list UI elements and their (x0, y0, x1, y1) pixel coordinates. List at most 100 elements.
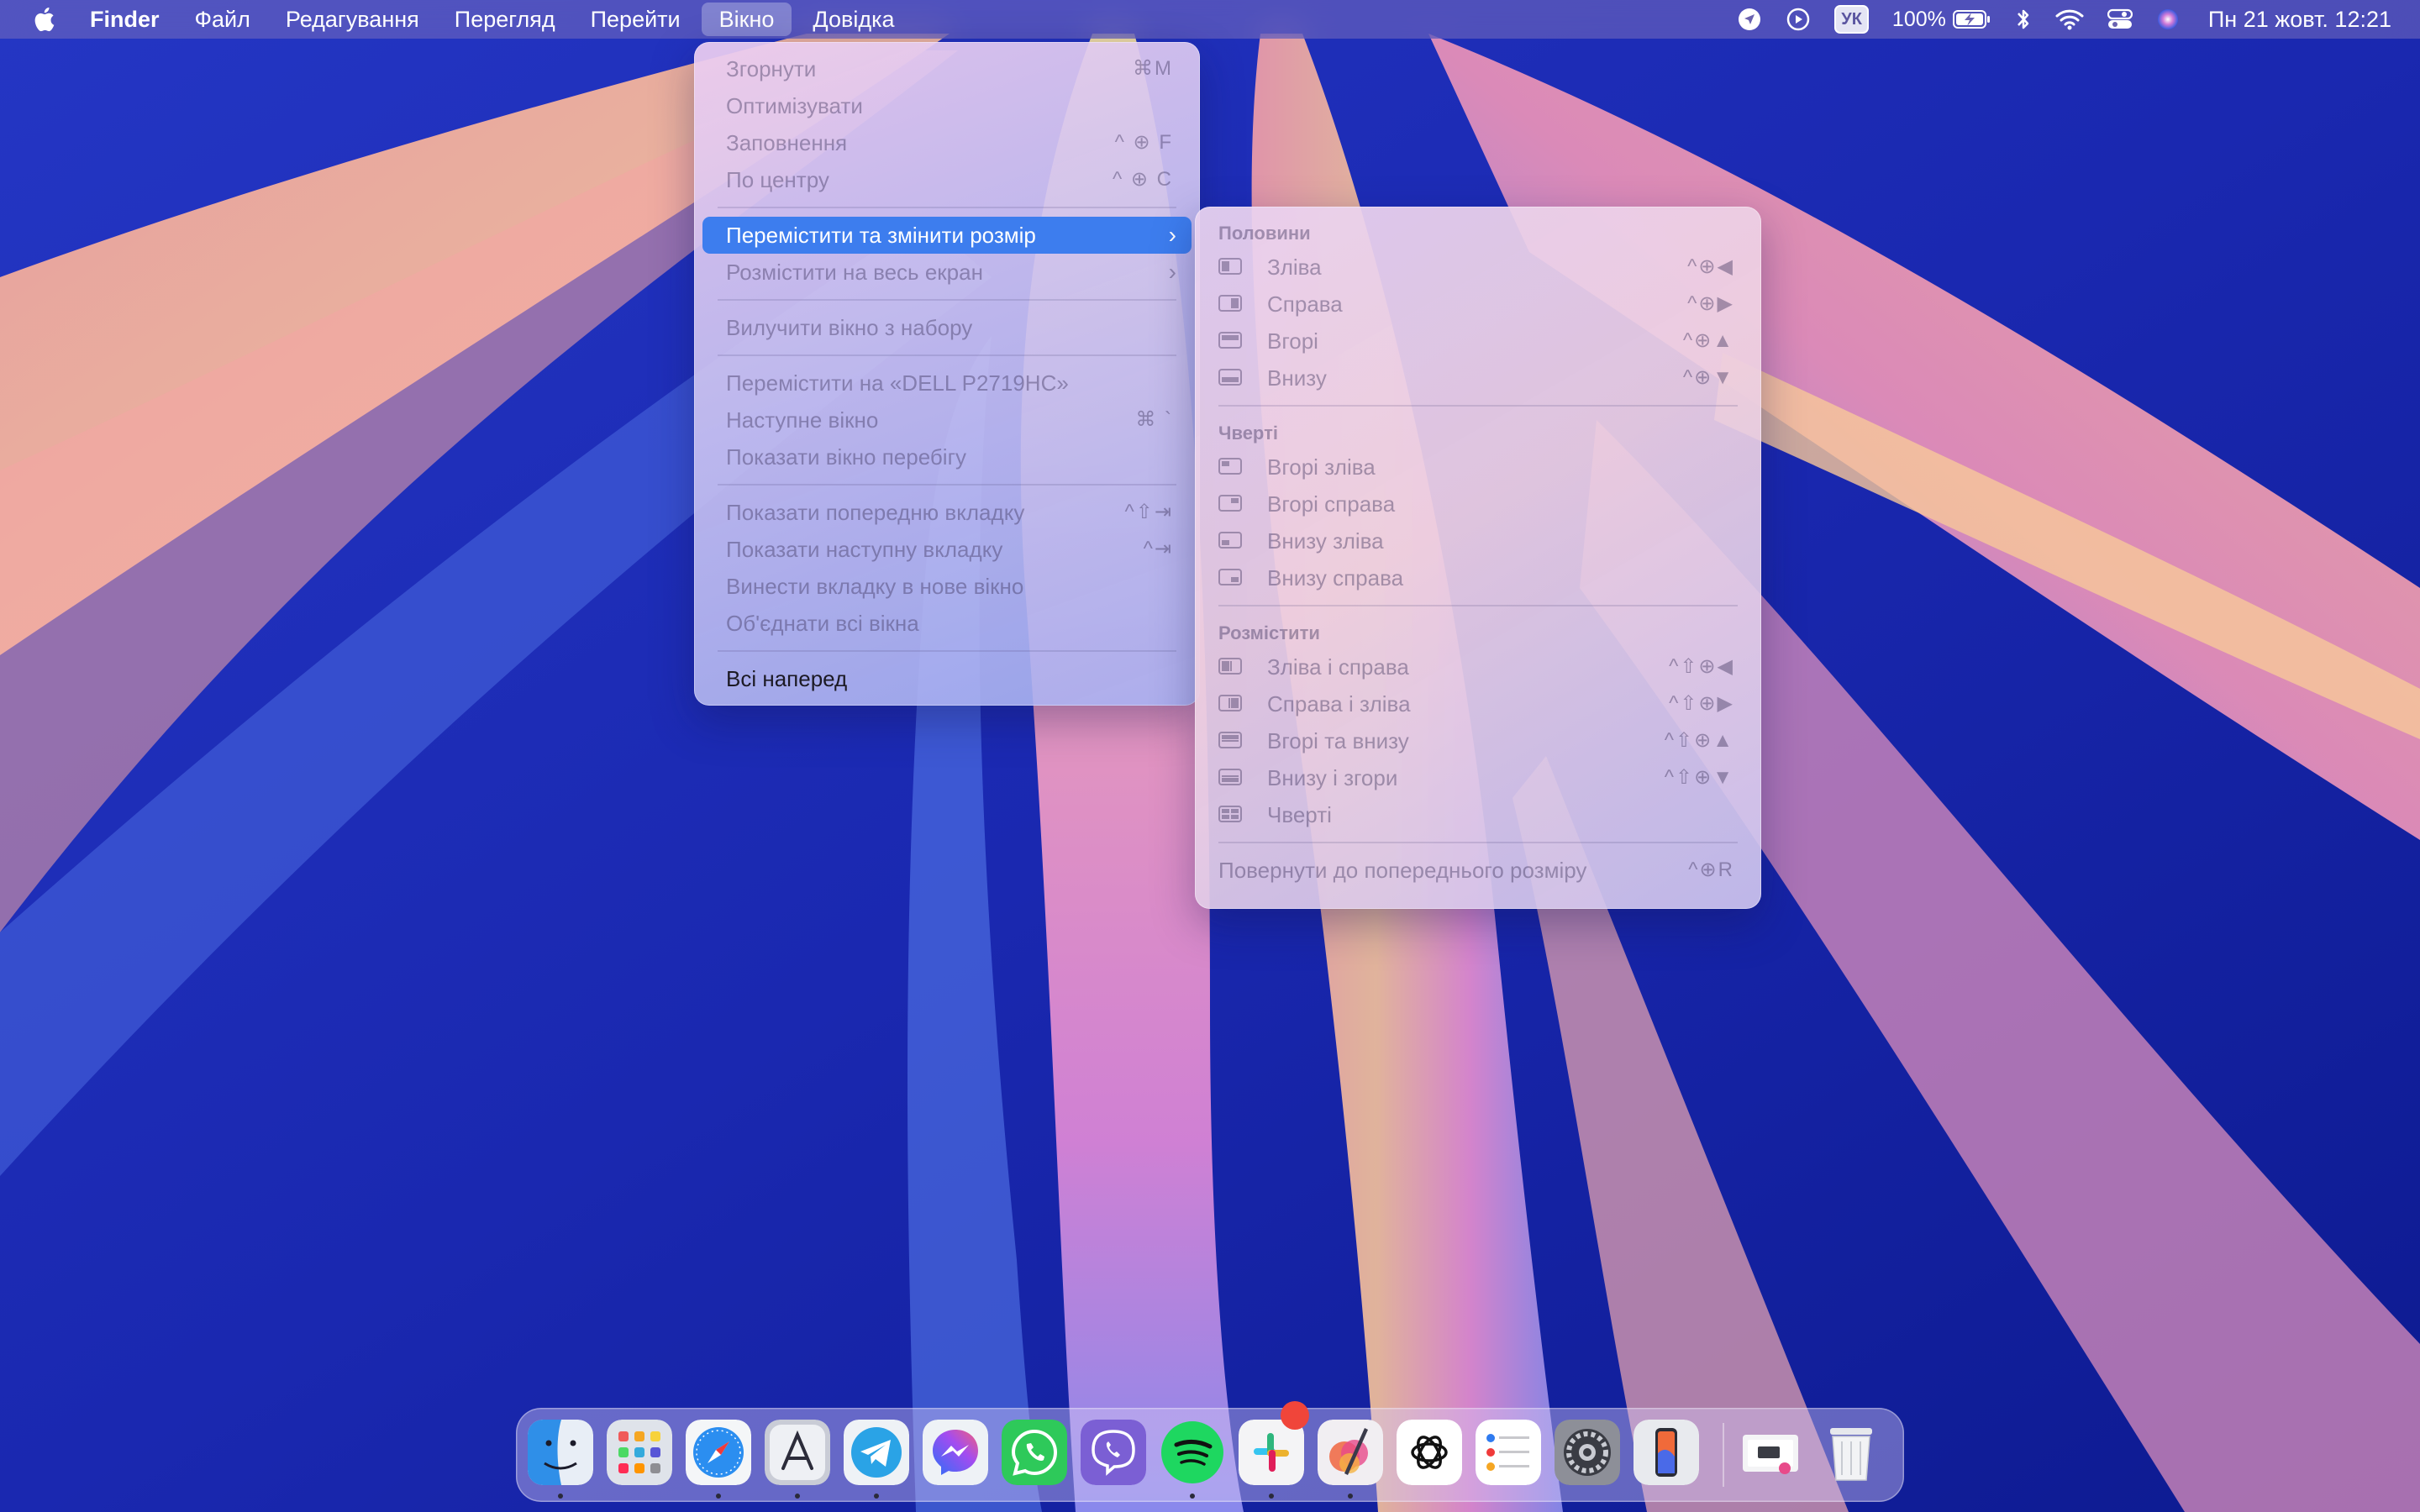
running-indicator (1348, 1494, 1353, 1499)
running-indicator (558, 1494, 563, 1499)
chatgpt-icon[interactable] (1397, 1420, 1462, 1485)
menu-item-label: Показати попередню вкладку (726, 500, 1025, 525)
safari-icon[interactable] (686, 1420, 751, 1485)
menu-item-label: Перемістити на «DELL P2719HC» (726, 370, 1069, 396)
menu-item-move-to-display: Перемістити на «DELL P2719HC» (702, 365, 1192, 402)
menu-item-label: Всі наперед (726, 666, 848, 691)
launchpad-icon[interactable] (607, 1420, 672, 1485)
control-center-icon[interactable] (2096, 0, 2144, 39)
top-half-layout-icon (1218, 332, 1242, 349)
bottom-left-quarter-layout-icon (1218, 532, 1242, 549)
finder-icon[interactable] (528, 1420, 593, 1485)
wifi-icon[interactable] (2044, 0, 2096, 39)
system-settings-icon[interactable] (1555, 1420, 1620, 1485)
quarters-layout-icon (1218, 806, 1242, 822)
menu-item-bring-all-to-front[interactable]: Всі наперед (702, 660, 1192, 697)
menu-item-label: Оптимізувати (726, 93, 863, 118)
left-and-right-layout-icon (1218, 658, 1242, 675)
battery-charging-icon (1952, 10, 1990, 29)
menu-app-name[interactable]: Finder (72, 0, 177, 39)
downloads-stack-icon[interactable] (1739, 1420, 1805, 1485)
chevron-right-icon: › (1168, 259, 1176, 285)
menu-item-label: Зліва і справа (1267, 654, 1409, 680)
menu-item-next-window: Наступне вікно ⌘ ` (702, 402, 1192, 438)
menu-item-next-tab: Показати наступну вкладку ^⇥ (702, 531, 1192, 568)
menu-item-shortcut: ⌘M (1133, 57, 1173, 80)
window-menu: Згорнути ⌘M Оптимізувати Заповнення ^ ⊕ … (694, 42, 1200, 706)
submenu-item-left-and-right: Зліва і справа ^⇧⊕◀ (1203, 648, 1753, 685)
iphone-mirroring-icon[interactable] (1634, 1420, 1699, 1485)
running-indicator (874, 1494, 879, 1499)
menu-item-fill: Заповнення ^ ⊕ F (702, 124, 1192, 161)
keyboard-layout-indicator[interactable]: УК (1823, 0, 1881, 39)
left-half-layout-icon (1218, 258, 1242, 275)
viber-icon[interactable] (1081, 1420, 1146, 1485)
top-right-quarter-layout-icon (1218, 495, 1242, 512)
menu-go[interactable]: Перейти (573, 0, 698, 39)
menu-item-label: Справа (1267, 291, 1343, 317)
menu-item-minimize: Згорнути ⌘M (702, 50, 1192, 87)
app-store-icon[interactable] (765, 1420, 830, 1485)
dock-divider (1723, 1423, 1724, 1487)
menu-item-label: Внизу (1267, 365, 1327, 391)
menu-item-label: Об'єднати всі вікна (726, 611, 919, 636)
submenu-item-bottom-right-quarter: Внизу справа (1203, 559, 1753, 596)
menu-view[interactable]: Перегляд (437, 0, 573, 39)
menu-item-label: Чверті (1267, 802, 1332, 827)
battery-percent: 100% (1891, 7, 1946, 31)
notification-badge (1281, 1401, 1309, 1430)
menu-item-remove-from-set: Вилучити вікно з набору (702, 309, 1192, 346)
submenu-item-quarters: Чверті (1203, 796, 1753, 833)
now-playing-icon[interactable] (1774, 0, 1823, 39)
menu-item-shortcut: ^⇥ (1143, 538, 1173, 560)
telegram-icon[interactable] (844, 1420, 909, 1485)
menu-file[interactable]: Файл (177, 0, 268, 39)
menu-separator (1218, 405, 1738, 407)
spotify-icon[interactable] (1160, 1420, 1225, 1485)
menu-item-label: Заповнення (726, 130, 848, 155)
menu-item-label: Показати вікно перебігу (726, 444, 967, 470)
menu-item-shortcut: ^⊕◀ (1687, 255, 1734, 278)
siri-icon[interactable] (2144, 0, 2191, 39)
apple-menu-icon[interactable] (18, 6, 72, 33)
section-header-halves: Половини (1218, 223, 1311, 244)
menu-item-shortcut: ^⇧⊕▶ (1669, 692, 1734, 715)
menu-item-shortcut: ^ ⊕ F (1114, 131, 1173, 154)
submenu-item-bottom-half: Внизу ^⊕▼ (1203, 360, 1753, 396)
menu-item-label: Повернути до попереднього розміру (1218, 858, 1587, 883)
menu-item-shortcut: ^⊕R (1688, 858, 1734, 881)
menu-window[interactable]: Вікно (701, 3, 792, 36)
trash-icon[interactable] (1818, 1420, 1884, 1485)
submenu-item-top-and-bottom: Вгорі та внизу ^⇧⊕▲ (1203, 722, 1753, 759)
submenu-item-top-half: Вгорі ^⊕▲ (1203, 323, 1753, 360)
menu-bar-clock[interactable]: Пн 21 жовт. 12:21 (2191, 7, 2391, 33)
submenu-item-left-half: Зліва ^⊕◀ (1203, 249, 1753, 286)
pixelmator-icon[interactable] (1318, 1420, 1383, 1485)
menu-item-full-screen-tile: Розмістити на весь екран › (702, 254, 1192, 291)
bottom-half-layout-icon (1218, 369, 1242, 386)
menu-separator (718, 650, 1176, 652)
menu-item-move-tab-to-new-window: Винести вкладку в нове вікно (702, 568, 1192, 605)
menu-item-label: Наступне вікно (726, 407, 879, 433)
menu-help[interactable]: Довідка (795, 0, 912, 39)
submenu-item-top-left-quarter: Вгорі зліва (1203, 449, 1753, 486)
menu-item-label: Внизу і згори (1267, 765, 1398, 790)
menu-edit[interactable]: Редагування (268, 0, 437, 39)
reminders-icon[interactable] (1476, 1420, 1541, 1485)
menu-item-shortcut: ^⇧⊕◀ (1669, 655, 1734, 678)
menu-separator (1218, 605, 1738, 606)
battery-status[interactable]: 100% (1881, 0, 2003, 39)
menu-item-move-and-resize[interactable]: Перемістити та змінити розмір › (702, 217, 1192, 254)
location-arrow-icon[interactable] (1725, 0, 1774, 39)
menu-item-shortcut: ^⇧⊕▲ (1664, 729, 1734, 752)
bluetooth-icon[interactable] (2003, 0, 2044, 39)
chevron-right-icon: › (1168, 222, 1176, 248)
menu-separator (1218, 842, 1738, 843)
messenger-icon[interactable] (923, 1420, 988, 1485)
menu-item-shortcut: ^⊕▶ (1687, 292, 1734, 315)
menu-item-label: По центру (726, 167, 829, 192)
whatsapp-icon[interactable] (1002, 1420, 1067, 1485)
right-and-left-layout-icon (1218, 695, 1242, 711)
menu-item-label: Вилучити вікно з набору (726, 315, 973, 340)
menu-item-label: Згорнути (726, 56, 817, 81)
